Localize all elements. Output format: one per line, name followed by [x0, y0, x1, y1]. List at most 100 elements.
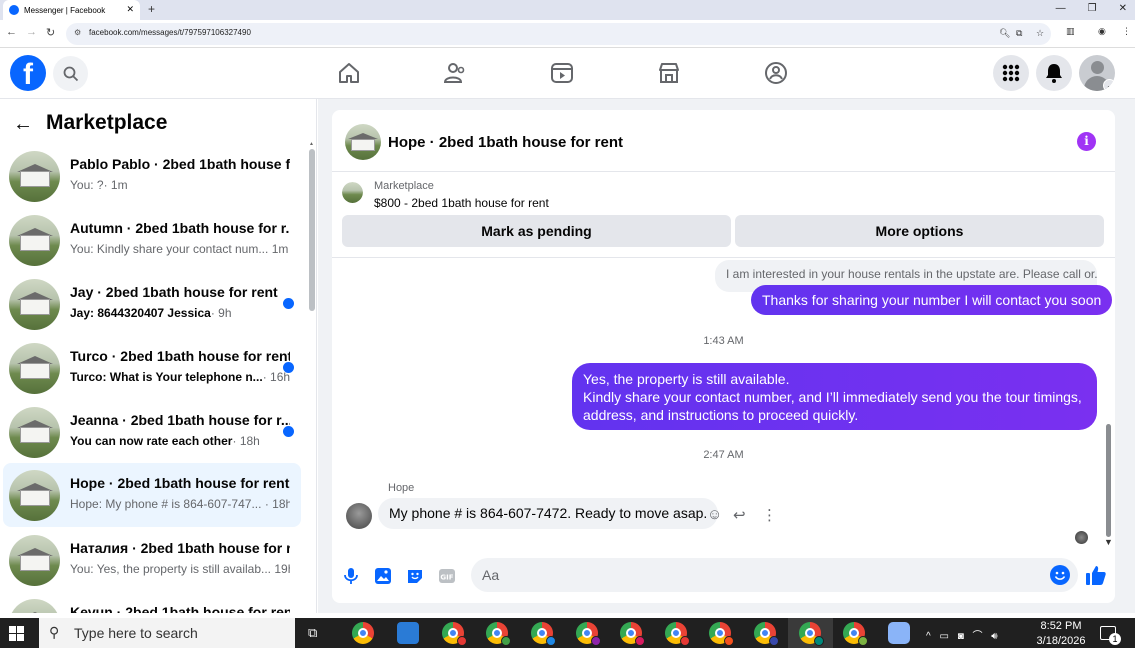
back-icon[interactable]: ← [6, 26, 17, 38]
timestamp: 1:43 AM [703, 335, 744, 347]
incoming-message[interactable]: My phone # is 864-607-7472. Ready to mov… [378, 498, 719, 529]
chrome-icon[interactable] [352, 622, 374, 644]
conversation-item-active[interactable]: Hope · 2bed 1bath house for rent Hope: M… [3, 463, 301, 527]
home-icon[interactable] [336, 60, 362, 86]
chrome-profile-icon[interactable] [709, 622, 734, 646]
emoji-icon[interactable] [1050, 565, 1070, 585]
facebook-logo-icon[interactable]: f [10, 55, 46, 91]
conversation-item[interactable]: Наталия · 2bed 1bath house for r... You:… [3, 528, 301, 592]
chrome-profile-icon[interactable] [754, 622, 779, 646]
menu-grid-button[interactable] [993, 55, 1029, 91]
browser-tab-bar: Messenger | Facebook ✕ + — ❐ ✕ [0, 0, 1135, 20]
conversation-item[interactable]: Autumn · 2bed 1bath house for r... You: … [3, 208, 301, 272]
conversation-item[interactable]: Pablo Pablo · 2bed 1bath house f... You:… [3, 144, 301, 208]
grid-menu-icon [1002, 64, 1020, 82]
conversation-scrollbar[interactable] [309, 149, 315, 311]
reload-icon[interactable]: ↻ [46, 26, 55, 39]
gif-icon[interactable]: GIF [437, 566, 457, 586]
conversation-item[interactable]: Turco · 2bed 1bath house for rent Turco:… [3, 336, 301, 400]
chat-scrollbar[interactable] [1106, 424, 1111, 537]
listing-source: Marketplace [374, 180, 434, 192]
notifications-button[interactable] [1036, 55, 1072, 91]
sender-avatar[interactable] [346, 503, 372, 529]
address-bar[interactable]: ⚙ facebook.com/messages/t/79759710632749… [66, 23, 1051, 45]
photo-icon[interactable] [373, 566, 393, 586]
panel-title: Marketplace [46, 111, 168, 134]
conversation-preview: You: ?· 1m [70, 178, 128, 192]
conversation-list-panel: ← Marketplace ▲ Pablo Pablo · 2bed 1bath… [0, 99, 317, 613]
forward-icon[interactable]: → [26, 26, 37, 38]
listing-mini-thumbnail [342, 182, 363, 203]
chat-listing-thumbnail[interactable] [345, 124, 381, 160]
search-button[interactable] [53, 56, 88, 91]
task-view-icon[interactable]: ⧉ [308, 625, 317, 641]
minimize-icon[interactable]: — [1056, 3, 1066, 14]
taskbar-search-input[interactable] [74, 625, 274, 641]
profile-icon[interactable]: ◉ [1098, 26, 1106, 37]
notification-center-icon[interactable]: 1 [1100, 626, 1121, 645]
conversation-preview: Turco: What is Your telephone n...· 16h [70, 370, 290, 384]
conversation-item[interactable]: Jeanna · 2bed 1bath house for r... You c… [3, 400, 301, 464]
outgoing-message[interactable]: Thanks for sharing your number I will co… [751, 285, 1113, 315]
windows-start-icon[interactable] [9, 626, 24, 641]
outgoing-message[interactable]: Yes, the property is still available. Ki… [572, 363, 1097, 430]
mark-as-pending-button[interactable]: Mark as pending [342, 215, 731, 247]
taskbar-search-box[interactable]: ⚲ [39, 618, 295, 648]
reply-icon[interactable]: ↩ [733, 506, 746, 524]
gaming-icon[interactable] [763, 60, 789, 86]
chrome-active-icon[interactable] [799, 622, 824, 646]
search-icon [63, 66, 78, 81]
new-tab-icon[interactable]: + [148, 2, 155, 16]
chrome-profile-icon[interactable] [620, 622, 645, 646]
system-tray-icons[interactable]: ^ ▭ ◙ ⌒ 🔊︎ [926, 627, 1001, 642]
listing-title[interactable]: $800 - 2bed 1bath house for rent [374, 196, 549, 210]
chrome-profile-icon[interactable] [531, 622, 556, 646]
friends-icon[interactable] [442, 60, 468, 86]
unread-dot [283, 426, 294, 437]
conversation-title: Наталия · 2bed 1bath house for r... [70, 540, 290, 556]
browser-tab[interactable]: Messenger | Facebook ✕ [3, 0, 140, 20]
microphone-icon[interactable] [341, 566, 361, 586]
scroll-up-icon[interactable]: ▲ [309, 141, 314, 147]
unread-dot [283, 362, 294, 373]
close-window-icon[interactable]: ✕ [1119, 3, 1127, 14]
chrome-profile-icon[interactable] [843, 622, 868, 646]
zoom-icon[interactable]: 🔍︎ [999, 28, 1010, 39]
sticker-icon[interactable] [405, 566, 425, 586]
message-input-box[interactable] [471, 558, 1078, 592]
listing-thumbnail [9, 599, 60, 613]
chrome-profile-icon[interactable] [665, 622, 690, 646]
install-app-icon[interactable]: ⧉ [1016, 28, 1022, 39]
info-icon[interactable]: i [1077, 132, 1096, 151]
watch-video-icon[interactable] [549, 60, 575, 86]
taskbar-clock[interactable]: 8:52 PM 3/18/2026 [1031, 619, 1091, 648]
close-tab-icon[interactable]: ✕ [126, 4, 134, 15]
tab-title: Messenger | Facebook [24, 5, 106, 15]
notification-count: 1 [1109, 633, 1121, 645]
chrome-profile-icon[interactable] [442, 622, 467, 646]
site-settings-icon[interactable]: ⚙ [74, 28, 81, 37]
chrome-profile-icon[interactable] [486, 622, 511, 646]
account-avatar[interactable]: ⌄ [1079, 55, 1115, 91]
back-arrow-icon[interactable]: ← [13, 113, 33, 136]
restore-icon[interactable]: ❐ [1088, 3, 1097, 14]
scroll-down-icon[interactable]: ▼ [1104, 537, 1113, 547]
conversation-title: Jeanna · 2bed 1bath house for r... [70, 412, 290, 428]
conversation-item[interactable]: Jay · 2bed 1bath house for rent Jay: 864… [3, 272, 301, 336]
react-emoji-icon[interactable]: ☺ [707, 506, 722, 523]
more-actions-icon[interactable]: ⋮ [762, 506, 777, 524]
message-input[interactable] [482, 567, 1042, 583]
conversation-item[interactable]: Kevun · 2bed 1bath house for rent [3, 592, 301, 613]
conversation-title: Turco · 2bed 1bath house for rent [70, 348, 290, 364]
seen-avatar [1075, 531, 1088, 544]
app-icon[interactable] [888, 622, 910, 644]
browser-menu-icon[interactable]: ⋮ [1122, 26, 1131, 37]
voice-access-icon[interactable] [397, 622, 419, 644]
marketplace-icon[interactable] [656, 60, 682, 86]
chrome-profile-icon[interactable] [576, 622, 601, 646]
side-panel-icon[interactable]: ▥ [1066, 26, 1075, 37]
like-thumbs-up-icon[interactable] [1084, 563, 1108, 587]
more-options-button[interactable]: More options [735, 215, 1104, 247]
bookmark-star-icon[interactable]: ☆ [1036, 28, 1044, 39]
chat-title[interactable]: Hope · 2bed 1bath house for rent [388, 134, 623, 151]
